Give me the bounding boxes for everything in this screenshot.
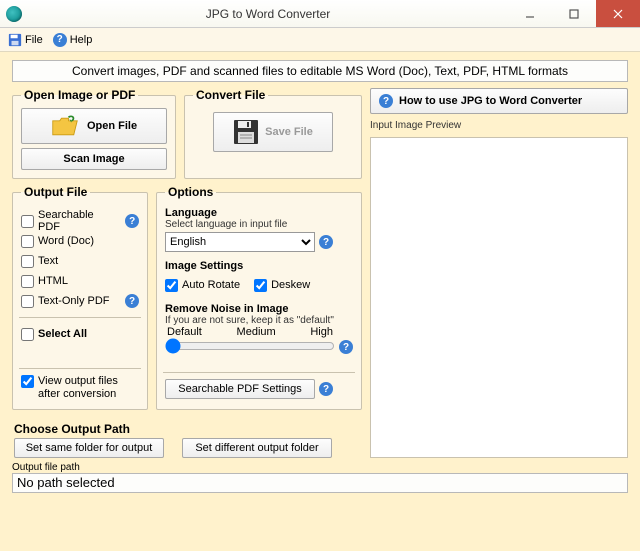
- open-image-group: Open Image or PDF Open File Scan Image: [12, 88, 176, 179]
- save-file-button[interactable]: Save File: [213, 112, 333, 152]
- checkbox-textonly-pdf[interactable]: [21, 295, 34, 308]
- input-image-preview: [370, 137, 628, 458]
- checkbox-word-doc[interactable]: [21, 235, 34, 248]
- noise-slider-labels: Default Medium High: [165, 326, 335, 338]
- options-legend: Options: [165, 185, 216, 199]
- checkbox-view-output[interactable]: [21, 375, 34, 388]
- image-settings-heading: Image Settings: [165, 260, 353, 272]
- app-icon: [6, 6, 22, 22]
- checkbox-text[interactable]: [21, 255, 34, 268]
- title-bar: JPG to Word Converter: [0, 0, 640, 28]
- description-banner: Convert images, PDF and scanned files to…: [12, 60, 628, 82]
- help-icon[interactable]: ?: [319, 235, 333, 249]
- output-file-legend: Output File: [21, 185, 90, 199]
- checkbox-searchable-pdf[interactable]: [21, 215, 34, 228]
- menu-file[interactable]: File: [8, 33, 43, 47]
- help-icon[interactable]: ?: [339, 340, 353, 354]
- output-file-group: Output File Searchable PDF? Word (Doc) T…: [12, 185, 148, 410]
- menu-bar: File ? Help: [0, 28, 640, 52]
- output-path-label: Output file path: [12, 462, 628, 473]
- save-icon: [8, 33, 22, 47]
- convert-file-legend: Convert File: [193, 88, 268, 102]
- minimize-button[interactable]: [508, 0, 552, 27]
- language-sub: Select language in input file: [165, 219, 353, 230]
- close-button[interactable]: [596, 0, 640, 27]
- preview-label: Input Image Preview: [370, 120, 628, 131]
- open-image-legend: Open Image or PDF: [21, 88, 138, 102]
- language-heading: Language: [165, 207, 353, 219]
- set-same-folder-button[interactable]: Set same folder for output: [14, 438, 164, 458]
- output-path-value: No path selected: [12, 473, 628, 493]
- folder-open-icon: [51, 115, 79, 137]
- checkbox-deskew[interactable]: [254, 279, 267, 292]
- checkbox-auto-rotate[interactable]: [165, 279, 178, 292]
- choose-output-path-group: Choose Output Path Set same folder for o…: [12, 420, 362, 458]
- choose-path-legend: Choose Output Path: [14, 422, 362, 436]
- searchable-pdf-settings-button[interactable]: Searchable PDF Settings: [165, 379, 315, 399]
- how-to-use-button[interactable]: ? How to use JPG to Word Converter: [370, 88, 628, 114]
- convert-file-group: Convert File Save File: [184, 88, 362, 179]
- help-icon: ?: [53, 33, 67, 47]
- noise-heading: Remove Noise in Image: [165, 303, 353, 315]
- options-group: Options Language Select language in inpu…: [156, 185, 362, 410]
- help-icon: ?: [379, 94, 393, 108]
- open-file-button[interactable]: Open File: [21, 108, 167, 144]
- noise-sub: If you are not sure, keep it as "default…: [165, 315, 353, 326]
- language-select[interactable]: English: [165, 232, 315, 252]
- set-different-folder-button[interactable]: Set different output folder: [182, 438, 332, 458]
- scan-image-button[interactable]: Scan Image: [21, 148, 167, 170]
- window-title: JPG to Word Converter: [28, 7, 508, 21]
- help-icon[interactable]: ?: [125, 294, 139, 308]
- floppy-icon: [233, 119, 259, 145]
- maximize-button[interactable]: [552, 0, 596, 27]
- noise-slider[interactable]: [165, 338, 335, 354]
- menu-help[interactable]: ? Help: [53, 33, 93, 47]
- help-icon[interactable]: ?: [319, 382, 333, 396]
- help-icon[interactable]: ?: [125, 214, 139, 228]
- checkbox-select-all[interactable]: [21, 328, 34, 341]
- checkbox-html[interactable]: [21, 275, 34, 288]
